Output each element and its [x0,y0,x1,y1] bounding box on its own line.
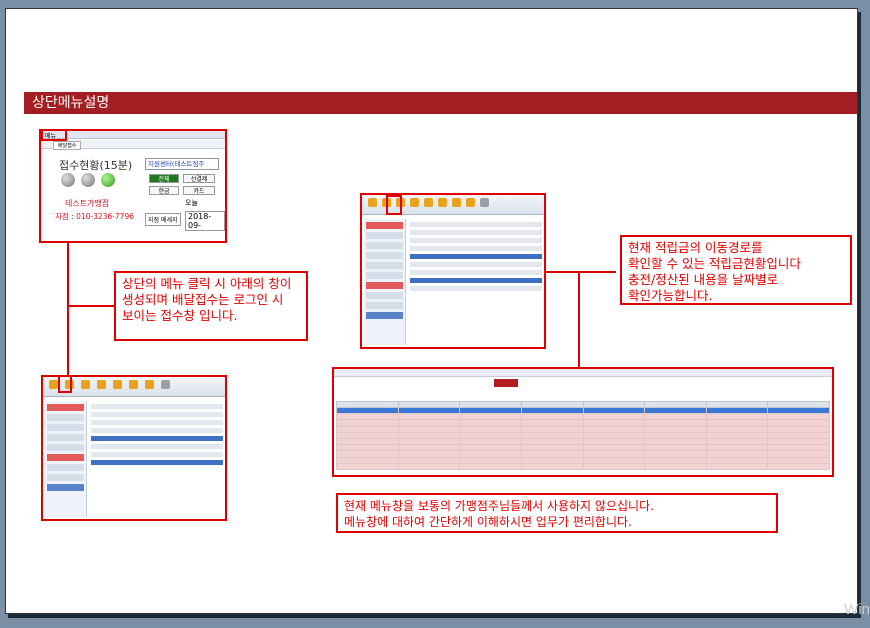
tab-row: 배달접수 [41,140,225,150]
callout-menu-click: 상단의 메뉴 클릭 시 아래의 창이 생성되며 배달접수는 로그인 시 보이는 … [114,271,308,341]
callout-line: 메뉴창에 대하여 간단하게 이해하시면 업무가 편리합니다. [344,515,632,529]
filter-cash: 현금 [149,186,179,195]
points-table-thumbnail [332,367,834,477]
callout-line: 보이는 접수창 입니다. [122,308,238,323]
status-lamp-1 [61,173,75,187]
section-banner: 상단메뉴설명 [24,92,857,114]
filter-bar [334,377,832,389]
shop-name: 테스트가맹점 [65,199,110,208]
callout-line: 충전/정산된 내용을 날짜별로 [628,272,779,287]
delivery-button-highlight [58,375,72,393]
menubar: 메뉴 [41,131,225,140]
program-screen-thumbnail-bottom [41,375,227,521]
left-panel [364,219,406,345]
connector-line [578,271,580,367]
tab-delivery: 배달접수 [53,141,82,150]
message-button: 지점 메세지 [145,213,181,226]
points-button-highlight [386,195,402,215]
callout-line: 생성되며 배달접수는 로그인 시 [122,292,284,307]
callout-menu-usage: 현재 메뉴창을 보통의 가맹점주님들께서 사용하지 않으십니다. 메뉴창에 대하… [336,493,778,533]
branch-select: 지원센터(테스트점주 [145,158,219,170]
watermark: Win [844,601,870,618]
right-panel [410,219,542,345]
filter-all: 전체 [149,174,179,183]
connector-line [67,305,115,307]
left-panel [45,401,87,517]
callout-line: 현재 적립금의 이동경로를 [628,240,763,255]
date-value: 2018-09- [185,211,225,231]
status-lamp-2 [81,173,95,187]
callout-line: 확인가능합니다. [628,288,713,303]
right-panel [91,401,223,517]
connector-line [546,271,616,273]
connector-line [67,243,69,375]
filter-prepaid: 선결제 [183,174,215,183]
search-button [494,379,518,387]
program-screen-thumbnail-top [360,193,546,349]
callout-points-status: 현재 적립금의 이동경로를 확인할 수 있는 적립금현황입니다 충전/정산된 내… [620,235,852,305]
menu-highlight [41,129,67,141]
slide: 상단메뉴설명 메뉴 배달접수 접수현황(15분) 테스트가맹점 지점 : 010… [5,8,858,614]
status-title: 접수현황(15분) [59,159,133,172]
callout-line: 현재 메뉴창을 보통의 가맹점주님들께서 사용하지 않으십니다. [344,499,654,513]
filter-card: 카드 [183,186,215,195]
status-lamp-3 [101,173,115,187]
shop-phone: 지점 : 010-3236-7796 [55,212,134,221]
points-table [336,401,830,470]
callout-line: 상단의 메뉴 클릭 시 아래의 창이 [122,276,292,291]
callout-line: 확인할 수 있는 적립금현황입니다 [628,256,801,271]
login-screen-thumbnail: 메뉴 배달접수 접수현황(15분) 테스트가맹점 지점 : 010-3236-7… [39,129,227,243]
today-label: 오늘 [185,199,198,207]
window-header [334,369,832,377]
